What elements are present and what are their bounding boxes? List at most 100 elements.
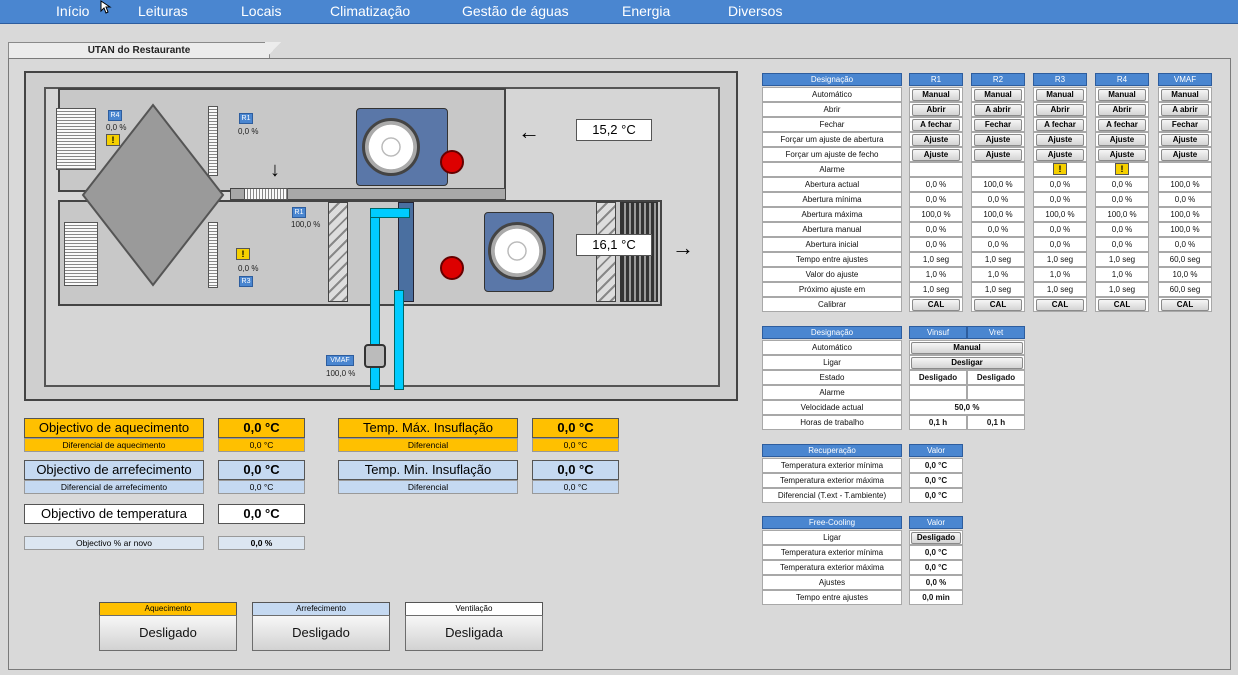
dampers-forcar_abertura-button[interactable]: Ajuste [1036, 134, 1084, 146]
tab-utan-restaurante[interactable]: UTAN do Restaurante [8, 42, 270, 59]
valve-vmaf-icon[interactable] [364, 344, 386, 368]
nav-item-climatizacao[interactable]: Climatização [330, 3, 410, 19]
heating-objective-value[interactable]: 0,0 °C [218, 418, 305, 438]
dampers-inicial-value[interactable]: 0,0 % [1095, 237, 1149, 252]
heating-diff-value[interactable]: 0,0 °C [218, 438, 305, 452]
nav-item-diversos[interactable]: Diversos [728, 3, 782, 19]
dampers-forcar_abertura-button[interactable]: Ajuste [1161, 134, 1209, 146]
ventilation-mode-button[interactable]: Desligada [405, 615, 543, 651]
dampers-tempo-value[interactable]: 60,0 seg [1158, 252, 1212, 267]
dampers-tempo-value[interactable]: 1,0 seg [1033, 252, 1087, 267]
dampers-abrir-button[interactable]: A abrir [974, 104, 1022, 116]
min-supply-diff-value[interactable]: 0,0 °C [532, 480, 619, 494]
dampers-valor-value[interactable]: 1,0 % [971, 267, 1025, 282]
dampers-calibrar-button[interactable]: CAL [974, 299, 1022, 311]
cooling-mode-button[interactable]: Desligado [252, 615, 390, 651]
dampers-tempo-value[interactable]: 1,0 seg [1095, 252, 1149, 267]
tag-r1-mid[interactable]: R1 [292, 207, 306, 218]
cooling-objective-value[interactable]: 0,0 °C [218, 460, 305, 480]
dampers-minima-value[interactable]: 0,0 % [909, 192, 963, 207]
dampers-minima-value[interactable]: 0,0 % [1033, 192, 1087, 207]
heating-mode-button[interactable]: Desligado [99, 615, 237, 651]
dampers-minima-value[interactable]: 0,0 % [971, 192, 1025, 207]
dampers-forcar_fecho-button[interactable]: Ajuste [1161, 149, 1209, 161]
dampers-calibrar-button[interactable]: CAL [1036, 299, 1084, 311]
freecooling-row-value[interactable]: 0,0 °C [909, 545, 963, 560]
dampers-calibrar-button[interactable]: CAL [1098, 299, 1146, 311]
nav-item-inicio[interactable]: Início [56, 3, 89, 19]
nav-item-gestao-aguas[interactable]: Gestão de águas [462, 3, 569, 19]
nav-item-leituras[interactable]: Leituras [138, 3, 188, 19]
dampers-maxima-value[interactable]: 100,0 % [1158, 207, 1212, 222]
min-supply-value[interactable]: 0,0 °C [532, 460, 619, 480]
dampers-minima-value[interactable]: 0,0 % [1095, 192, 1149, 207]
dampers-automatico-button[interactable]: Manual [1161, 89, 1209, 101]
dampers-inicial-value[interactable]: 0,0 % [971, 237, 1025, 252]
dampers-forcar_abertura-button[interactable]: Ajuste [912, 134, 960, 146]
dampers-automatico-button[interactable]: Manual [1036, 89, 1084, 101]
fans-manual-button[interactable]: Manual [911, 342, 1023, 354]
max-supply-value[interactable]: 0,0 °C [532, 418, 619, 438]
dampers-maxima-value[interactable]: 100,0 % [909, 207, 963, 222]
dampers-fechar-button[interactable]: Fechar [974, 119, 1022, 131]
dampers-proximo-value[interactable]: 1,0 seg [971, 282, 1025, 297]
dampers-automatico-button[interactable]: Manual [912, 89, 960, 101]
dampers-forcar_fecho-button[interactable]: Ajuste [912, 149, 960, 161]
recovery-row-value[interactable]: 0,0 °C [909, 458, 963, 473]
max-supply-diff-value[interactable]: 0,0 °C [532, 438, 619, 452]
dampers-tempo-value[interactable]: 1,0 seg [909, 252, 963, 267]
dampers-tempo-value[interactable]: 1,0 seg [971, 252, 1025, 267]
dampers-automatico-button[interactable]: Manual [974, 89, 1022, 101]
freecooling-row-value[interactable]: 0,0 % [909, 575, 963, 590]
dampers-fechar-button[interactable]: Fechar [1161, 119, 1209, 131]
dampers-valor-value[interactable]: 1,0 % [1095, 267, 1149, 282]
dampers-fechar-button[interactable]: A fechar [1098, 119, 1146, 131]
dampers-abrir-button[interactable]: Abrir [1036, 104, 1084, 116]
dampers-maxima-value[interactable]: 100,0 % [971, 207, 1025, 222]
dampers-valor-value[interactable]: 1,0 % [1033, 267, 1087, 282]
dampers-proximo-value[interactable]: 1,0 seg [1095, 282, 1149, 297]
dampers-abrir-button[interactable]: A abrir [1161, 104, 1209, 116]
dampers-forcar_fecho-button[interactable]: Ajuste [1036, 149, 1084, 161]
dampers-proximo-value[interactable]: 60,0 seg [1158, 282, 1212, 297]
dampers-forcar_fecho-button[interactable]: Ajuste [974, 149, 1022, 161]
dampers-valor-value[interactable]: 10,0 % [1158, 267, 1212, 282]
dampers-maxima-value[interactable]: 100,0 % [1033, 207, 1087, 222]
fans-velocidade-value[interactable]: 50,0 % [909, 400, 1025, 415]
nav-item-energia[interactable]: Energia [622, 3, 670, 19]
dampers-forcar_abertura-button[interactable]: Ajuste [974, 134, 1022, 146]
tag-r3[interactable]: R3 [239, 276, 253, 287]
tag-r1-top[interactable]: R1 [239, 113, 253, 124]
dampers-forcar_fecho-button[interactable]: Ajuste [1098, 149, 1146, 161]
dampers-maxima-value[interactable]: 100,0 % [1095, 207, 1149, 222]
dampers-manual-value[interactable]: 0,0 % [909, 222, 963, 237]
recovery-row-value[interactable]: 0,0 °C [909, 488, 963, 503]
freecooling-row-value[interactable]: 0,0 min [909, 590, 963, 605]
dampers-manual-value[interactable]: 100,0 % [1158, 222, 1212, 237]
dampers-calibrar-button[interactable]: CAL [912, 299, 960, 311]
dampers-minima-value[interactable]: 0,0 % [1158, 192, 1212, 207]
dampers-fechar-button[interactable]: A fechar [1036, 119, 1084, 131]
dampers-inicial-value[interactable]: 0,0 % [909, 237, 963, 252]
dampers-manual-value[interactable]: 0,0 % [1095, 222, 1149, 237]
nav-item-locais[interactable]: Locais [241, 3, 281, 19]
dampers-abrir-button[interactable]: Abrir [1098, 104, 1146, 116]
tag-vmaf[interactable]: VMAF [326, 355, 354, 366]
dampers-proximo-value[interactable]: 1,0 seg [909, 282, 963, 297]
temperature-objective-value[interactable]: 0,0 °C [218, 504, 305, 524]
dampers-inicial-value[interactable]: 0,0 % [1033, 237, 1087, 252]
recovery-row-value[interactable]: 0,0 °C [909, 473, 963, 488]
dampers-abrir-button[interactable]: Abrir [912, 104, 960, 116]
cooling-diff-value[interactable]: 0,0 °C [218, 480, 305, 494]
dampers-manual-value[interactable]: 0,0 % [1033, 222, 1087, 237]
dampers-automatico-button[interactable]: Manual [1098, 89, 1146, 101]
dampers-inicial-value[interactable]: 0,0 % [1158, 237, 1212, 252]
freecooling-desligado-button[interactable]: Desligado [911, 532, 961, 544]
tag-r4[interactable]: R4 [108, 110, 122, 121]
fresh-air-objective-value[interactable]: 0,0 % [218, 536, 305, 550]
dampers-manual-value[interactable]: 0,0 % [971, 222, 1025, 237]
freecooling-row-value[interactable]: 0,0 °C [909, 560, 963, 575]
dampers-valor-value[interactable]: 1,0 % [909, 267, 963, 282]
dampers-proximo-value[interactable]: 1,0 seg [1033, 282, 1087, 297]
dampers-calibrar-button[interactable]: CAL [1161, 299, 1209, 311]
